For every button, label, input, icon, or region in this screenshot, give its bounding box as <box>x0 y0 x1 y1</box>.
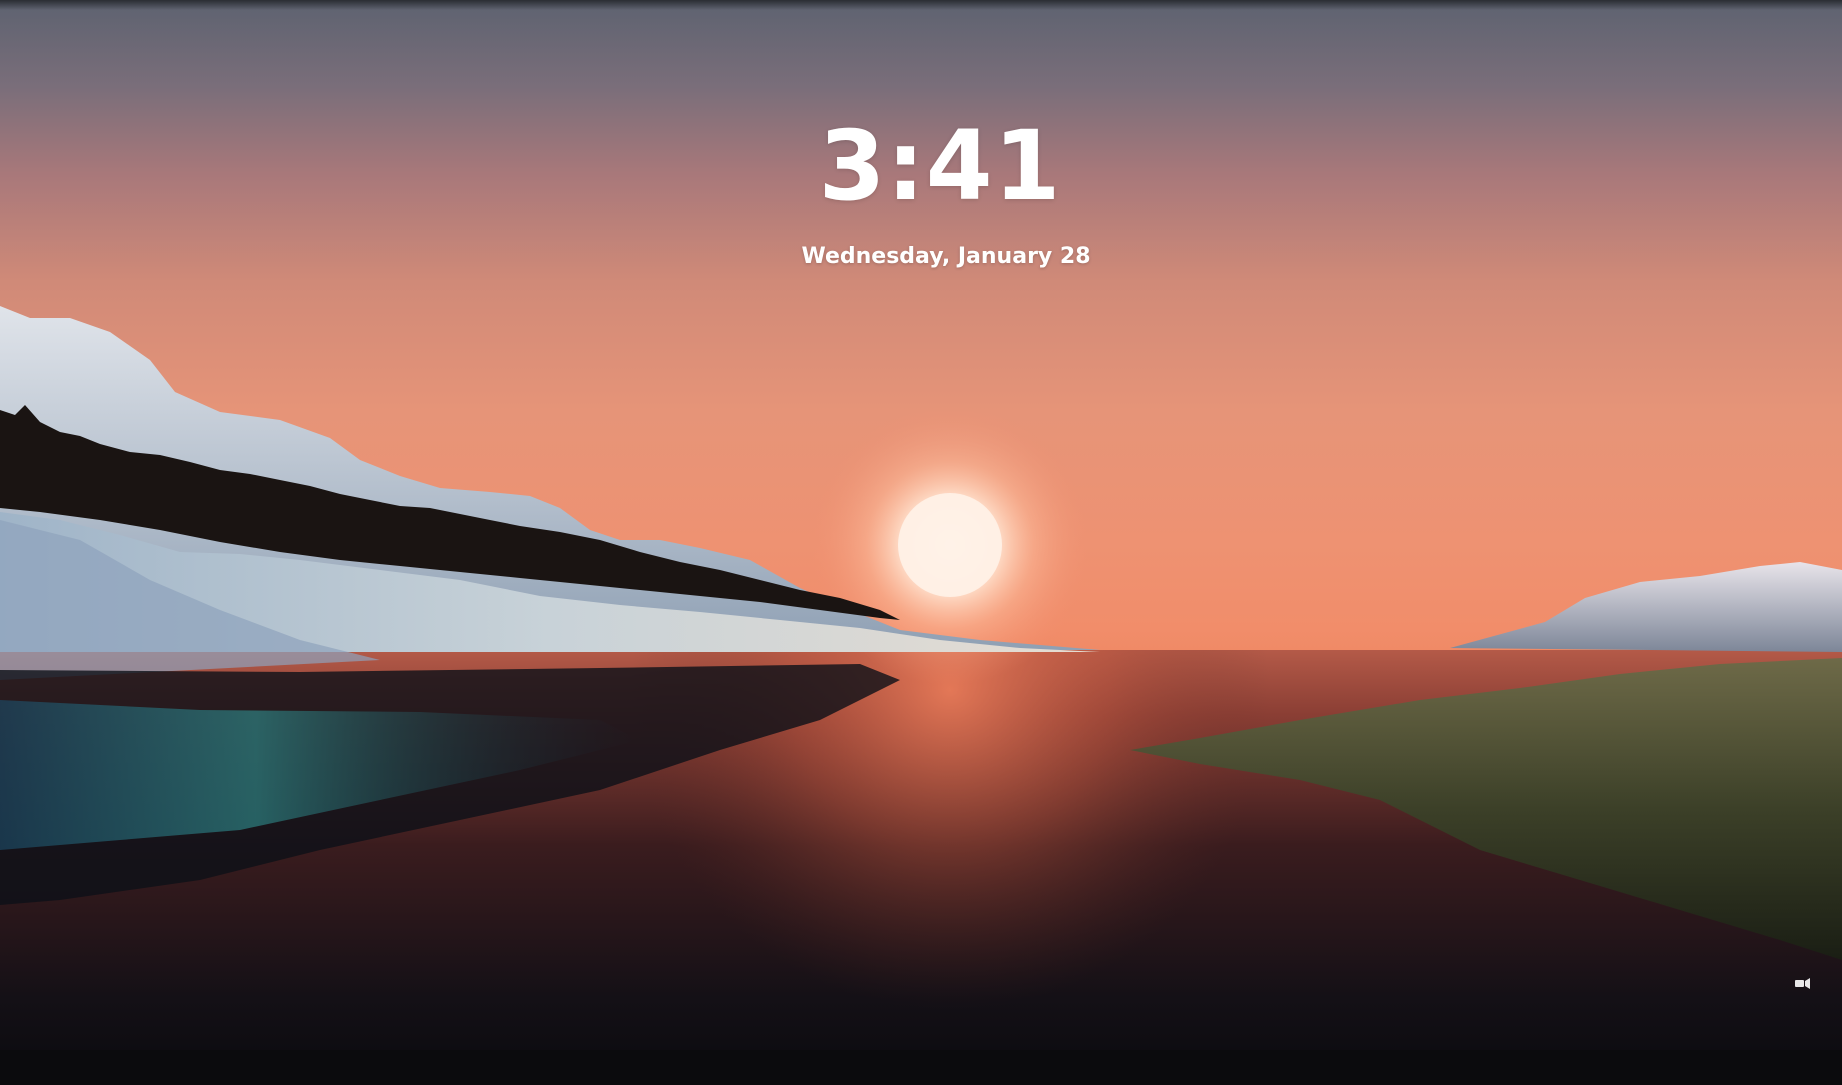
network-icon[interactable] <box>1792 972 1814 994</box>
monitor-bezel <box>0 0 1842 10</box>
lockscreen-date: Wednesday, January 28 <box>801 244 1091 269</box>
lockscreen-clock: 3:41 <box>818 110 1062 222</box>
lock-screen[interactable]: 3:41 Wednesday, January 28 <box>0 0 1842 1085</box>
